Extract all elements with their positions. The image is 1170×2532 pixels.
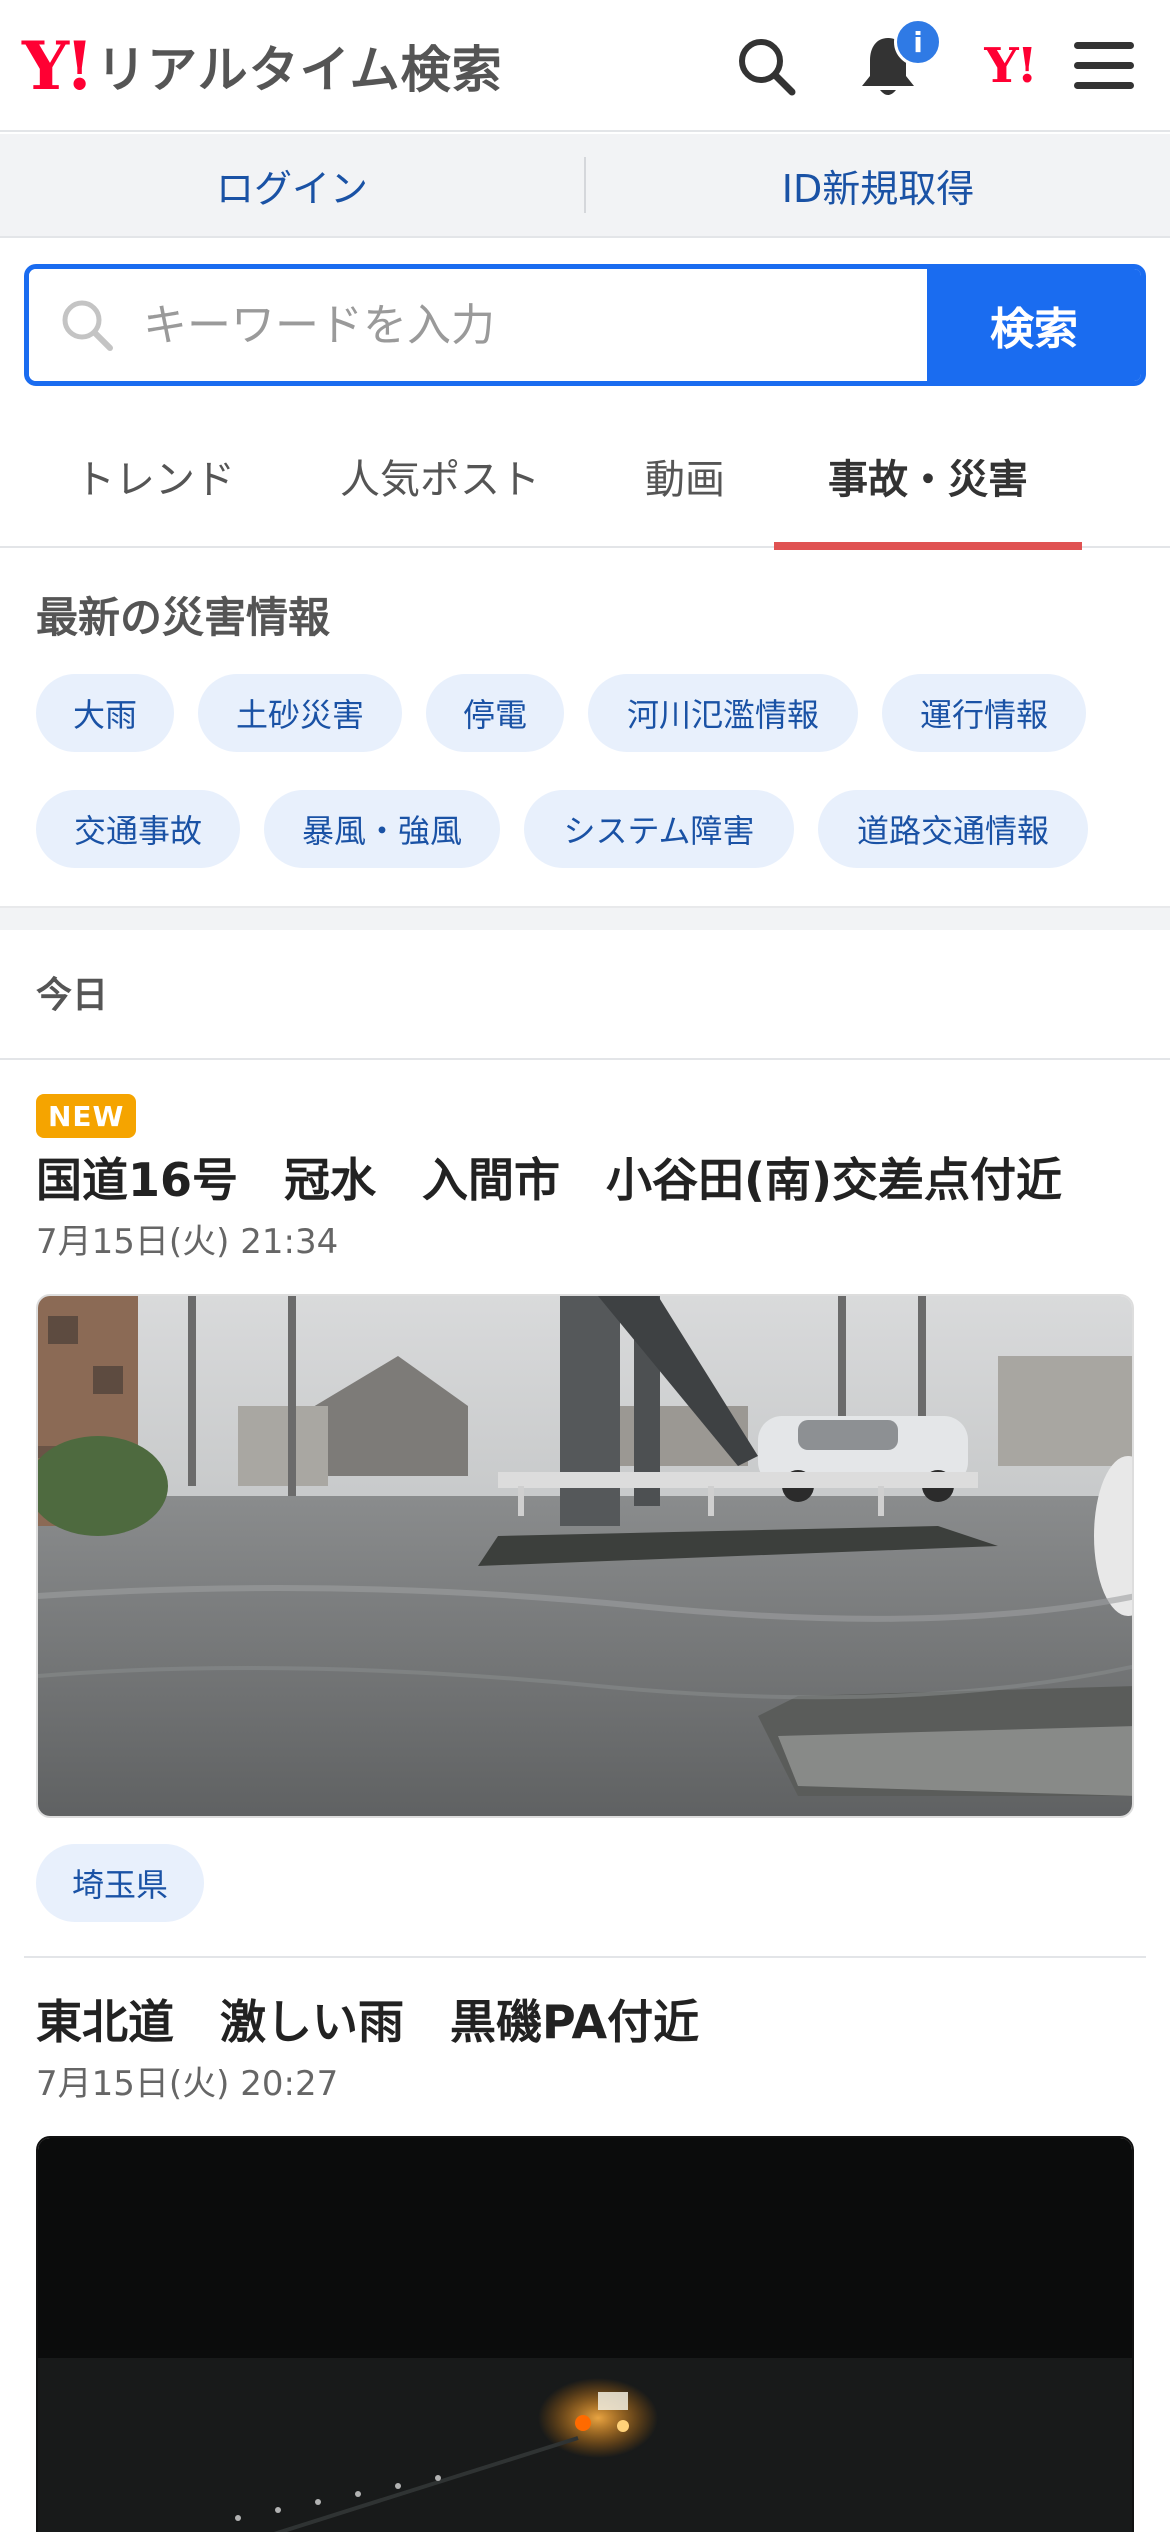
chip-storm-wind[interactable]: 暴風・強風	[264, 790, 500, 868]
chip-road-traffic[interactable]: 道路交通情報	[818, 790, 1088, 868]
search-icon	[62, 300, 113, 351]
app-header: Y! リアルタイム検索 i Y!	[0, 0, 1170, 132]
chip-train-service[interactable]: 運行情報	[882, 674, 1086, 752]
login-link[interactable]: ログイン	[0, 158, 584, 213]
chip-traffic-accident[interactable]: 交通事故	[36, 790, 240, 868]
search-field[interactable]	[29, 269, 927, 381]
yahoo-account-icon[interactable]: Y!	[966, 26, 1054, 106]
post-photo-flooded-road[interactable]	[36, 1294, 1134, 1818]
disaster-section-title: 最新の災害情報	[36, 593, 331, 642]
search-button[interactable]: 検索	[927, 269, 1141, 381]
category-tabs: トレンド 人気ポスト 動画 事故・災害	[0, 404, 1170, 550]
search-icon[interactable]	[726, 26, 806, 106]
yahoo-mark-small: Y!	[984, 38, 1037, 94]
post-timestamp: 7月15日(火) 21:34	[36, 1222, 339, 1262]
yahoo-logo-mark: Y!	[22, 27, 94, 105]
tab-video[interactable]: 動画	[610, 404, 760, 548]
tab-accident-disaster[interactable]: 事故・災害	[774, 404, 1082, 550]
tag-saitama[interactable]: 埼玉県	[36, 1844, 205, 1922]
post-title[interactable]: 国道16号 冠水 入間市 小谷田(南)交差点付近	[36, 1144, 1062, 1210]
tab-trend[interactable]: トレンド	[40, 404, 270, 548]
post-timestamp: 7月15日(火) 20:27	[36, 2064, 339, 2104]
chip-landslide[interactable]: 土砂災害	[198, 674, 402, 752]
notification-badge: i	[894, 18, 942, 66]
divider	[0, 1058, 1170, 1060]
search-input[interactable]	[143, 299, 883, 351]
post-title[interactable]: 東北道 激しい雨 黒磯PA付近	[36, 1986, 699, 2052]
chip-river-flood[interactable]: 河川氾濫情報	[588, 674, 858, 752]
hamburger-menu-icon[interactable]	[1064, 26, 1144, 106]
yahoo-realtime-logo[interactable]: Y! リアルタイム検索	[22, 26, 503, 106]
divider	[24, 1956, 1146, 1958]
account-bar: ログイン ID新規取得	[0, 134, 1170, 238]
chip-power-outage[interactable]: 停電	[426, 674, 564, 752]
chip-system-failure[interactable]: システム障害	[524, 790, 794, 868]
logo-text: リアルタイム検索	[96, 41, 503, 99]
signup-link[interactable]: ID新規取得	[586, 158, 1170, 213]
post-photo-night-highway[interactable]	[36, 2136, 1134, 2532]
section-separator	[0, 906, 1170, 930]
new-badge: NEW	[36, 1094, 137, 1138]
chip-heavy-rain[interactable]: 大雨	[36, 674, 174, 752]
tab-popular-posts[interactable]: 人気ポスト	[310, 404, 570, 548]
search-box: 検索	[24, 264, 1146, 386]
date-heading: 今日	[36, 975, 109, 1016]
